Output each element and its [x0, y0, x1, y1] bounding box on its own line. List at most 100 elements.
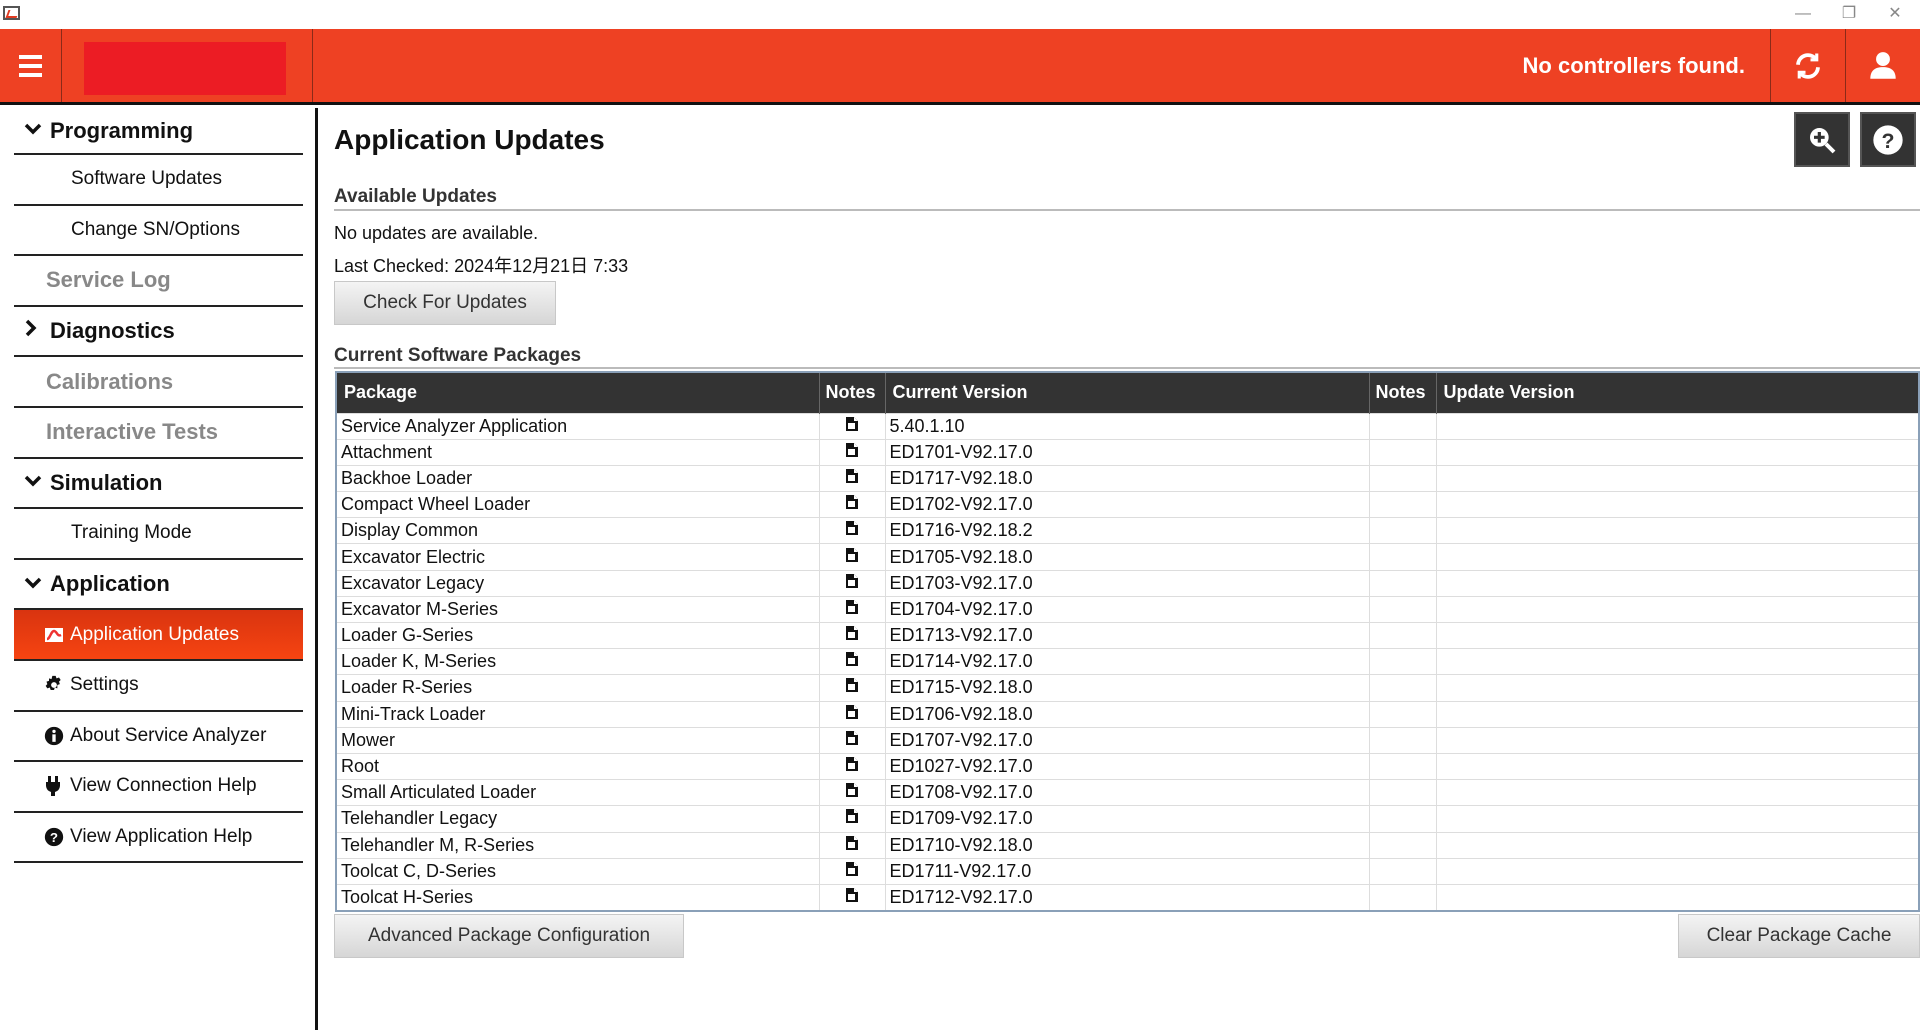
sidebar-item-simulation[interactable]: Simulation — [14, 459, 303, 510]
column-header-package[interactable]: Package — [336, 372, 819, 413]
gear-icon — [44, 675, 70, 695]
current-version: ED1715-V92.18.0 — [885, 675, 1369, 701]
notes-icon[interactable] — [819, 884, 885, 910]
table-row[interactable]: Mini-Track LoaderED1706-V92.18.0 — [336, 701, 1919, 727]
update-version — [1436, 675, 1919, 701]
divider — [334, 209, 1920, 211]
notes-icon[interactable] — [819, 675, 885, 701]
svg-text:?: ? — [1881, 129, 1894, 153]
notes-icon[interactable] — [819, 753, 885, 779]
update-notes — [1369, 649, 1436, 675]
sidebar-item-label: Interactive Tests — [46, 419, 218, 445]
sidebar-item-diagnostics[interactable]: Diagnostics — [14, 307, 303, 358]
sidebar-item-label: Simulation — [50, 470, 162, 496]
sidebar-item-label: About Service Analyzer — [70, 725, 266, 747]
sidebar-item-about-service-analyzer[interactable]: About Service Analyzer — [14, 712, 303, 763]
update-notes — [1369, 701, 1436, 727]
notes-icon[interactable] — [819, 439, 885, 465]
notes-icon[interactable] — [819, 858, 885, 884]
update-version — [1436, 570, 1919, 596]
sidebar-item-calibrations[interactable]: Calibrations — [14, 357, 303, 408]
package-name: Display Common — [336, 518, 819, 544]
update-version — [1436, 623, 1919, 649]
table-row[interactable]: Loader R-SeriesED1715-V92.18.0 — [336, 675, 1919, 701]
notes-icon[interactable] — [819, 518, 885, 544]
table-row[interactable]: Telehandler M, R-SeriesED1710-V92.18.0 — [336, 832, 1919, 858]
table-row[interactable]: MowerED1707-V92.17.0 — [336, 727, 1919, 753]
notes-icon[interactable] — [819, 596, 885, 622]
user-button[interactable] — [1845, 29, 1920, 102]
table-row[interactable]: Loader G-SeriesED1713-V92.17.0 — [336, 623, 1919, 649]
menu-icon[interactable] — [0, 29, 62, 102]
current-version: ED1703-V92.17.0 — [885, 570, 1369, 596]
close-button[interactable]: ✕ — [1872, 2, 1918, 26]
sidebar-item-application[interactable]: Application — [14, 560, 303, 611]
table-row[interactable]: Loader K, M-SeriesED1714-V92.17.0 — [336, 649, 1919, 675]
table-row[interactable]: Excavator M-SeriesED1704-V92.17.0 — [336, 596, 1919, 622]
sidebar-item-interactive-tests[interactable]: Interactive Tests — [14, 408, 303, 459]
chevron-down-icon — [24, 471, 50, 494]
sidebar-item-settings[interactable]: Settings — [14, 661, 303, 712]
clear-package-cache-button[interactable]: Clear Package Cache — [1678, 914, 1920, 958]
column-header-notes[interactable]: Notes — [819, 372, 885, 413]
column-header-update-version[interactable]: Update Version — [1436, 372, 1919, 413]
table-row[interactable]: Backhoe LoaderED1717-V92.18.0 — [336, 465, 1919, 491]
sidebar-item-label: Service Log — [46, 267, 171, 293]
zoom-in-icon — [1806, 124, 1838, 156]
package-name: Service Analyzer Application — [336, 413, 819, 439]
question-icon: ? — [44, 827, 70, 847]
update-version — [1436, 439, 1919, 465]
refresh-button[interactable] — [1770, 29, 1845, 102]
update-version — [1436, 465, 1919, 491]
help-button[interactable]: ? — [1860, 112, 1916, 167]
table-row[interactable]: Compact Wheel LoaderED1702-V92.17.0 — [336, 492, 1919, 518]
notes-icon[interactable] — [819, 649, 885, 675]
column-header-notes[interactable]: Notes — [1369, 372, 1436, 413]
notes-icon[interactable] — [819, 806, 885, 832]
notes-icon[interactable] — [819, 701, 885, 727]
current-version: ED1708-V92.17.0 — [885, 780, 1369, 806]
notes-icon[interactable] — [819, 465, 885, 491]
sidebar-item-view-connection-help[interactable]: View Connection Help — [14, 762, 303, 813]
table-row[interactable]: Display CommonED1716-V92.18.2 — [336, 518, 1919, 544]
sidebar-item-software-updates[interactable]: Software Updates — [14, 155, 303, 206]
notes-icon[interactable] — [819, 623, 885, 649]
table-row[interactable]: Service Analyzer Application5.40.1.10 — [336, 413, 1919, 439]
package-name: Excavator Electric — [336, 544, 819, 570]
table-row[interactable]: Toolcat H-SeriesED1712-V92.17.0 — [336, 884, 1919, 910]
notes-icon[interactable] — [819, 727, 885, 753]
advanced-package-configuration-button[interactable]: Advanced Package Configuration — [334, 914, 684, 958]
table-row[interactable]: AttachmentED1701-V92.17.0 — [336, 439, 1919, 465]
minimize-button[interactable]: — — [1780, 2, 1826, 26]
sidebar-item-service-log[interactable]: Service Log — [14, 256, 303, 307]
sidebar-item-view-application-help[interactable]: ?View Application Help — [14, 813, 303, 864]
check-for-updates-button[interactable]: Check For Updates — [334, 281, 556, 325]
table-row[interactable]: Excavator LegacyED1703-V92.17.0 — [336, 570, 1919, 596]
notes-icon[interactable] — [819, 780, 885, 806]
restore-button[interactable]: ❐ — [1826, 2, 1872, 26]
notes-icon[interactable] — [819, 413, 885, 439]
title-bar: — ❐ ✕ — [0, 0, 1920, 29]
table-row[interactable]: Small Articulated Loader ED1708-V92.17.0 — [336, 780, 1919, 806]
zoom-button[interactable] — [1794, 112, 1850, 167]
logo — [84, 42, 286, 95]
table-row[interactable]: Telehandler LegacyED1709-V92.17.0 — [336, 806, 1919, 832]
update-version — [1436, 492, 1919, 518]
notes-icon[interactable] — [819, 544, 885, 570]
update-version — [1436, 858, 1919, 884]
package-name: Small Articulated Loader — [336, 780, 819, 806]
table-header-row: PackageNotesCurrent VersionNotesUpdate V… — [336, 372, 1919, 413]
table-row[interactable]: Excavator ElectricED1705-V92.18.0 — [336, 544, 1919, 570]
sidebar-item-label: Diagnostics — [50, 318, 175, 344]
sidebar-item-application-updates[interactable]: Application Updates — [14, 610, 303, 661]
table-row[interactable]: Toolcat C, D-SeriesED1711-V92.17.0 — [336, 858, 1919, 884]
column-header-current-version[interactable]: Current Version — [885, 372, 1369, 413]
table-row[interactable]: RootED1027-V92.17.0 — [336, 753, 1919, 779]
notes-icon[interactable] — [819, 832, 885, 858]
sidebar-item-training-mode[interactable]: Training Mode — [14, 509, 303, 560]
notes-icon[interactable] — [819, 570, 885, 596]
sidebar-item-programming[interactable]: Programming — [14, 108, 303, 155]
sidebar-item-label: Software Updates — [71, 168, 222, 190]
sidebar-item-change-sn-options[interactable]: Change SN/Options — [14, 206, 303, 257]
notes-icon[interactable] — [819, 492, 885, 518]
